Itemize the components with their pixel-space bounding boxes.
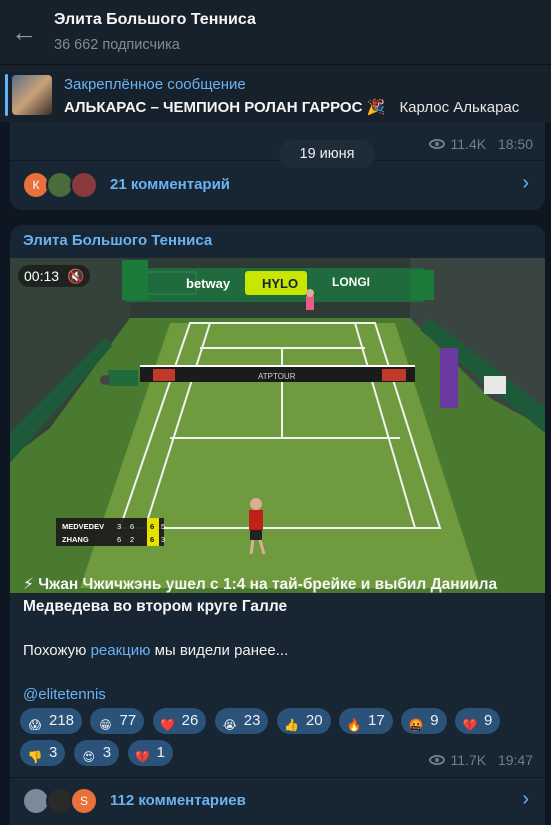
- eye-icon: [428, 139, 445, 149]
- reaction-count: 20: [305, 712, 323, 729]
- reaction-chip[interactable]: 😁 77: [90, 708, 145, 734]
- thumbs-down-icon: 👎: [27, 750, 43, 764]
- cursing-face-icon: 🤬: [408, 718, 424, 732]
- channel-post: Элита Большого Тенниса betway HYLO LONGI: [10, 225, 545, 825]
- board-brand-hylo: HYLO: [262, 276, 298, 291]
- avatar: S: [70, 787, 98, 815]
- video-player[interactable]: betway HYLO LONGI ATPTOUR MEDVEDEV ZHANG…: [10, 258, 545, 593]
- grin-icon: 😁: [99, 718, 112, 732]
- reaction-chip[interactable]: 👎 3: [20, 740, 66, 766]
- prev-comments-link[interactable]: 21 комментарий: [110, 176, 230, 193]
- score-g-2: 3: [161, 535, 165, 544]
- pinned-rest: Карлос Алькарас: [399, 99, 520, 116]
- previous-post: 11.4K 18:50 К 21 комментарий ›: [10, 122, 545, 210]
- reaction-chip[interactable]: 😭 23: [214, 708, 269, 734]
- fire-icon: 🔥: [346, 718, 362, 732]
- reaction-chip[interactable]: 🤬 9: [401, 708, 447, 734]
- avatar: [70, 171, 98, 199]
- score-name-1: MEDVEDEV: [62, 522, 104, 531]
- pinned-indicator: [5, 74, 8, 116]
- heart-eyes-icon: 😍: [82, 750, 96, 764]
- score-s3-1: 6: [150, 522, 154, 531]
- board-brand-longi: LONGI: [332, 275, 370, 289]
- reaction-chip[interactable]: 😍 3: [73, 740, 120, 766]
- post-time: 19:47: [497, 752, 533, 768]
- reaction-count: 218: [49, 712, 75, 729]
- reaction-count: 77: [119, 712, 137, 729]
- divider: [10, 160, 545, 161]
- chevron-right-icon[interactable]: ›: [522, 172, 529, 195]
- pinned-label: Закреплённое сообщение: [64, 76, 246, 93]
- muted-speaker-icon[interactable]: 🔇: [67, 268, 84, 284]
- chevron-right-icon[interactable]: ›: [522, 788, 529, 811]
- crying-icon: 😭: [222, 718, 237, 732]
- reaction-count: 9: [483, 712, 493, 729]
- party-popper-icon: 🎉: [366, 99, 386, 116]
- comments-row[interactable]: S 112 комментариев ›: [10, 777, 545, 825]
- board-brand-betway: betway: [186, 276, 231, 291]
- reaction-count: 23: [243, 712, 261, 729]
- back-arrow-icon[interactable]: ←: [8, 14, 40, 50]
- score-g-1: 5: [161, 522, 165, 531]
- thumbs-up-icon: 👍: [284, 718, 300, 732]
- post-headline: ⚡ Чжан Чжичжэнь ушел с 1:4 на тай-брейке…: [23, 574, 533, 618]
- pinned-message-bar[interactable]: Закреплённое сообщение АЛЬКАРАС – ЧЕМПИО…: [0, 64, 551, 122]
- reaction-count: 9: [430, 712, 439, 729]
- post-author[interactable]: Элита Большого Тенниса: [23, 232, 212, 249]
- chat-header: ← Элита Большого Тенниса 36 662 подписчи…: [0, 0, 551, 64]
- post-meta: 11.7K 19:47: [428, 752, 533, 768]
- prev-time: 18:50: [497, 136, 533, 152]
- date-separator: 19 июня: [279, 140, 375, 168]
- reaction-chip[interactable]: 😱 218: [20, 708, 83, 734]
- video-duration: 00:13 🔇: [18, 265, 91, 287]
- heart-icon: ❤️: [160, 718, 176, 732]
- lightning-icon: ⚡: [23, 576, 34, 593]
- channel-title[interactable]: Элита Большого Тенниса: [54, 11, 256, 29]
- pinned-title: АЛЬКАРАС – ЧЕМПИОН РОЛАН ГАРРОС: [64, 99, 363, 116]
- net-brand: ATPTOUR: [258, 372, 296, 381]
- prev-post-meta: 11.4K 18:50: [428, 136, 533, 152]
- reaction-count: 1: [156, 744, 165, 761]
- reaction-count: 3: [102, 744, 112, 761]
- pinned-thumbnail: [12, 75, 52, 115]
- prev-views: 11.4K: [450, 136, 487, 152]
- post-body: Похожую реакцию мы видели ранее...: [23, 642, 288, 659]
- comments-link[interactable]: 112 комментариев: [110, 792, 246, 809]
- reaction-chip[interactable]: ❤️ 26: [152, 708, 207, 734]
- scream-icon: 😱: [28, 718, 42, 732]
- post-headline-text: Чжан Чжичжэнь ушел с 1:4 на тай-брейке и…: [23, 576, 498, 615]
- reaction-count: 3: [49, 744, 58, 761]
- score-s3-2: 6: [150, 535, 154, 544]
- broken-heart-icon: 💔: [135, 750, 151, 764]
- score-s1-2: 6: [117, 535, 121, 544]
- post-body-suffix: мы видели ранее...: [150, 642, 289, 659]
- reaction-chip[interactable]: 👍 20: [276, 708, 331, 734]
- score-s2-2: 2: [130, 535, 134, 544]
- video-time: 00:13: [24, 268, 60, 284]
- reaction-link[interactable]: реакцию: [91, 642, 151, 659]
- channel-handle-link[interactable]: @elitetennis: [23, 686, 106, 703]
- score-name-2: ZHANG: [62, 535, 89, 544]
- prev-comments-row[interactable]: К 21 комментарий ›: [10, 162, 545, 210]
- reaction-count: 26: [181, 712, 199, 729]
- subscriber-count: 36 662 подписчика: [54, 37, 180, 53]
- eye-icon: [428, 755, 445, 765]
- reaction-chip[interactable]: 💔 9: [454, 708, 501, 734]
- pinned-text: АЛЬКАРАС – ЧЕМПИОН РОЛАН ГАРРОС 🎉 Карлос…: [64, 98, 519, 116]
- post-views: 11.7K: [450, 752, 487, 768]
- reaction-count: 17: [368, 712, 385, 729]
- broken-heart-icon: 💔: [462, 718, 478, 732]
- tennis-video-frame: betway HYLO LONGI ATPTOUR MEDVEDEV ZHANG…: [10, 258, 545, 593]
- score-s1-1: 3: [117, 522, 121, 531]
- reaction-chip[interactable]: 💔 1: [127, 740, 173, 766]
- post-body-prefix: Похожую: [23, 642, 91, 659]
- score-s2-1: 6: [130, 522, 134, 531]
- reaction-chip[interactable]: 🔥 17: [339, 708, 393, 734]
